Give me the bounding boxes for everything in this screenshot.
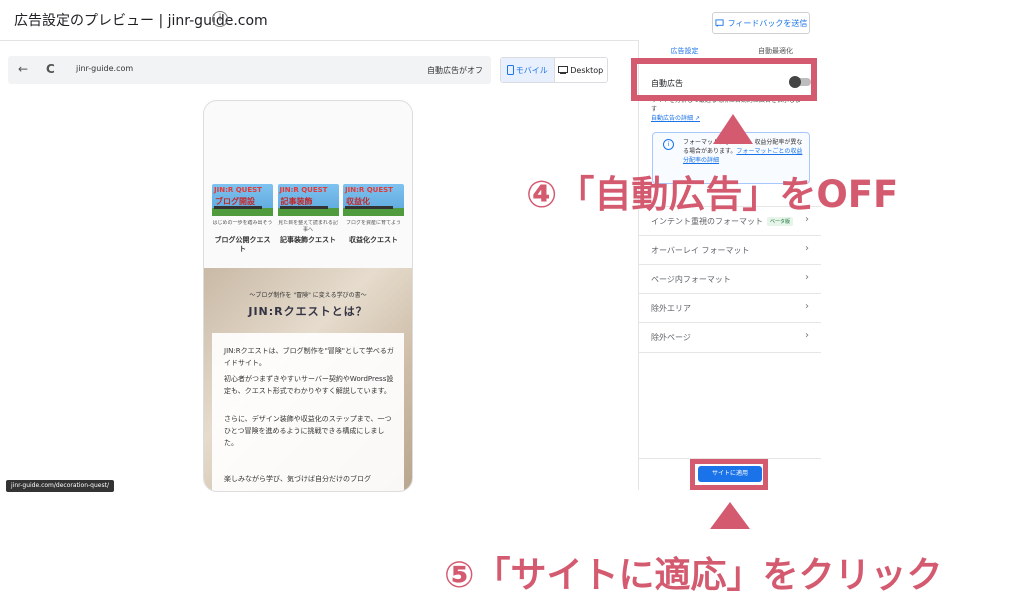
feedback-button-label: フィードバックを送信 (727, 18, 808, 28)
hero-section: 〜ブログ制作を "冒険" に変える学びの書〜 JIN:Rクエストとは？ JIN:… (204, 268, 412, 491)
quest-card-image-top: JIN:R QUEST (279, 186, 328, 194)
hero-text-box: JIN:Rクエストは、ブログ制作を"冒険"として学べるガイドサイト。 初心者がつ… (212, 333, 404, 491)
menu-item-overlay-formats[interactable]: オーバーレイ フォーマット › (639, 235, 821, 265)
top-bar: 広告設定のプレビュー | jinr-guide.com i フィードバックを送信 (0, 0, 820, 41)
device-desktop-label: Desktop (570, 65, 604, 75)
quest-card-name: 記事装飾クエスト (280, 236, 336, 244)
feedback-icon (715, 18, 724, 27)
tab-ad-settings[interactable]: 広告設定 (639, 46, 730, 56)
external-link-icon: ↗ (694, 115, 700, 122)
quest-card-name: ブログ公開クエスト (214, 236, 271, 253)
beta-badge: ベータ版 (767, 217, 794, 226)
hero-heading: JIN:Rクエストとは？ (248, 305, 368, 318)
menu-item-label: オーバーレイ フォーマット (651, 246, 750, 255)
menu-item-label: インテント重視のフォーマット (651, 217, 763, 226)
arrow-up-icon (713, 114, 753, 144)
chevron-right-icon: › (805, 330, 809, 341)
menu-item-in-page-formats[interactable]: ページ内フォーマット › (639, 264, 821, 294)
arrow-up-icon (710, 502, 750, 529)
menu-item-label: 除外ページ (651, 333, 691, 342)
menu-item-label: 除外エリア (651, 304, 691, 313)
device-mobile-button[interactable]: モバイル (501, 58, 554, 82)
desktop-icon (558, 66, 569, 74)
quest-card-subtitle: はじめの一歩を踏み出そう (212, 220, 273, 226)
menu-item-label: ページ内フォーマット (651, 275, 731, 284)
highlight-auto-ads (631, 58, 817, 101)
hero-tagline: 〜ブログ制作を "冒険" に変える学びの書〜 (249, 292, 367, 299)
page-title: 広告設定のプレビュー | jinr-guide.com (14, 13, 268, 29)
quest-card-image: JIN:R QUEST 収益化 (343, 184, 404, 216)
menu-item-excluded-areas[interactable]: 除外エリア › (639, 293, 821, 323)
highlight-apply-button (690, 459, 768, 490)
reload-icon[interactable]: C (46, 62, 55, 76)
auto-ads-details-link-label: 自動広告の詳細 (651, 115, 694, 122)
info-icon[interactable]: i (212, 11, 228, 27)
info-circle-icon: i (663, 139, 674, 150)
tab-auto-optimize[interactable]: 自動最適化 (730, 46, 821, 56)
auto-ads-details-link[interactable]: 自動広告の詳細 ↗ (651, 113, 700, 122)
hero-paragraph: 楽しみながら学び、気づけば自分だけのブログ (224, 475, 371, 483)
chevron-right-icon: › (805, 243, 809, 254)
mobile-icon (506, 65, 514, 75)
hero-paragraph: さらに、デザイン装飾や収益化のステップまで、一つひとつ冒険を進めるように挑戦でき… (224, 415, 392, 447)
quest-cards: JIN:R QUEST ブログ開設 はじめの一歩を踏み出そう ブログ公開クエスト… (212, 184, 404, 254)
quest-card-image: JIN:R QUEST ブログ開設 (212, 184, 273, 216)
chevron-right-icon: › (805, 301, 809, 312)
annotation-step4: ④「自動広告」をOFF (526, 173, 899, 216)
quest-card[interactable]: JIN:R QUEST 収益化 ブログを資産に育てよう 収益化クエスト (343, 184, 404, 254)
quest-card-name: 収益化クエスト (349, 236, 398, 244)
menu-item-excluded-pages[interactable]: 除外ページ › (639, 322, 821, 353)
panel-tabs: 広告設定 自動最適化 (639, 46, 821, 56)
device-switcher: モバイル Desktop (500, 57, 608, 83)
settings-panel: 広告設定 自動最適化 自動広告 サイトを分析して最適な場所に自動的に広告を表示し… (638, 40, 821, 490)
status-url: jinr-guide.com/decoration-quest/ (6, 480, 114, 492)
quest-card-image-top: JIN:R QUEST (214, 186, 262, 194)
device-mobile-label: モバイル (515, 65, 548, 75)
auto-ads-status: 自動広告がオフ (427, 66, 483, 75)
mobile-preview[interactable]: JIN:R QUEST ブログ開設 はじめの一歩を踏み出そう ブログ公開クエスト… (203, 100, 413, 492)
preview-toolbar: ← C jinr-guide.com 自動広告がオフ (8, 56, 491, 84)
quest-card[interactable]: JIN:R QUEST ブログ開設 はじめの一歩を踏み出そう ブログ公開クエスト (212, 184, 273, 254)
url-text: jinr-guide.com (76, 64, 134, 73)
quest-card[interactable]: JIN:R QUEST 記事装飾 見た目を整えて読まれる記事へ 記事装飾クエスト (277, 184, 339, 254)
annotation-step5: ⑤「サイトに適応」をクリック (444, 555, 943, 596)
hero-paragraph: JIN:Rクエストは、ブログ制作を"冒険"として学べるガイドサイト。 (224, 347, 394, 367)
back-icon[interactable]: ← (18, 62, 28, 76)
feedback-button[interactable]: フィードバックを送信 (712, 12, 810, 34)
quest-card-subtitle: 見た目を整えて読まれる記事へ (278, 220, 338, 233)
hero-paragraph: 初心者がつまずきやすいサーバー契約やWordPress設定も、クエスト形式でわか… (224, 375, 394, 395)
quest-card-image: JIN:R QUEST 記事装飾 (277, 184, 339, 216)
chevron-right-icon: › (805, 272, 809, 283)
quest-card-subtitle: ブログを資産に育てよう (345, 220, 401, 226)
quest-card-image-top: JIN:R QUEST (345, 186, 393, 194)
device-desktop-button[interactable]: Desktop (553, 58, 607, 82)
